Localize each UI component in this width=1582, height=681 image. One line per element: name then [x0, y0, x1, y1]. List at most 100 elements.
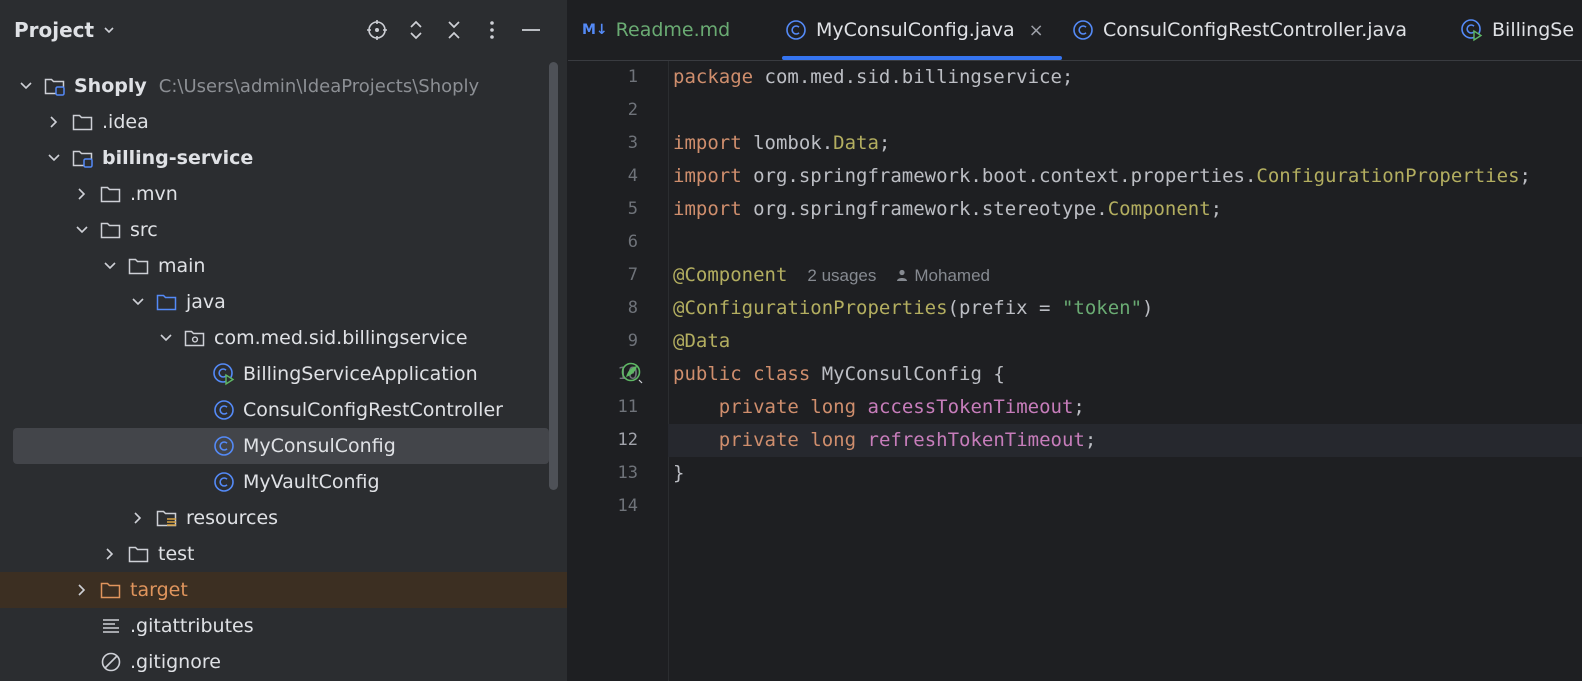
tab-billing-service-application[interactable]: BillingSe: [1460, 0, 1574, 60]
tree-node-gitignore[interactable]: .gitignore: [0, 644, 567, 680]
tree-node-label: .idea: [102, 111, 149, 133]
code-line-3: import lombok.Data;: [673, 127, 1582, 160]
project-view-selector[interactable]: Project: [14, 16, 116, 44]
tree-node-my-vault-config[interactable]: MyVaultConfig: [0, 464, 567, 500]
chevron-down-icon[interactable]: [43, 147, 65, 169]
tab-my-consul-config[interactable]: MyConsulConfig.java ×: [782, 0, 1062, 60]
line-number: 4: [627, 166, 638, 186]
chevron-down-icon[interactable]: [99, 255, 121, 277]
more-options-icon[interactable]: [479, 17, 505, 43]
tab-consul-config-rest-controller[interactable]: ConsulConfigRestController.java: [1071, 0, 1407, 60]
code-editor[interactable]: package com.med.sid.billingservice; impo…: [668, 61, 1582, 681]
annotation: @ConfigurationProperties: [673, 297, 948, 319]
chevron-right-icon[interactable]: [71, 183, 93, 205]
folder-icon: [127, 542, 151, 566]
keyword: public: [673, 363, 742, 385]
tree-node-label: main: [158, 255, 206, 277]
line-number: 13: [617, 463, 638, 483]
code-line-7: @Component 2 usages Mohamed: [673, 259, 1582, 292]
annotation: @Component: [673, 264, 788, 286]
tree-node-my-consul-config[interactable]: MyConsulConfig: [0, 428, 567, 464]
chevron-down-icon[interactable]: [127, 291, 149, 313]
ignore-file-icon: [99, 650, 123, 674]
tree-node-gitattributes[interactable]: .gitattributes: [0, 608, 567, 644]
tree-node-test[interactable]: test: [0, 536, 567, 572]
tree-node-resources[interactable]: resources: [0, 500, 567, 536]
field-name: accessTokenTimeout: [867, 396, 1074, 418]
tree-node-main[interactable]: main: [0, 248, 567, 284]
chevron-right-icon[interactable]: [71, 579, 93, 601]
editor-area: M↓ Readme.md MyConsulConfig.java × Consu…: [568, 0, 1582, 681]
close-icon[interactable]: ×: [1029, 20, 1044, 41]
locate-icon[interactable]: [364, 17, 390, 43]
usages-inlay-hint[interactable]: 2 usages: [807, 266, 876, 285]
code-line-11: private long accessTokenTimeout;: [673, 391, 1582, 424]
gutter-separator: [668, 61, 669, 681]
tree-node-package[interactable]: com.med.sid.billingservice: [0, 320, 567, 356]
code-text: }: [673, 462, 685, 484]
chevron-down-icon[interactable]: [71, 219, 93, 241]
tree-node-label: .gitignore: [130, 651, 221, 673]
tree-node-label: java: [186, 291, 226, 313]
spring-bean-gutter-icon[interactable]: [620, 361, 644, 385]
code-line-9: @Data: [673, 325, 1582, 358]
code-line-5: import org.springframework.stereotype.Co…: [673, 193, 1582, 226]
chevron-down-icon[interactable]: [155, 327, 177, 349]
annotation: @Data: [673, 330, 731, 352]
keyword: long: [810, 396, 857, 418]
class-icon: [212, 470, 236, 494]
tab-label: ConsulConfigRestController.java: [1103, 19, 1408, 41]
class-icon: [212, 434, 236, 458]
excluded-folder-icon: [99, 578, 123, 602]
code-text: lombok.: [741, 132, 834, 154]
chevron-right-icon[interactable]: [127, 507, 149, 529]
tree-node-src[interactable]: src: [0, 212, 567, 248]
tree-node-billing-service[interactable]: billing-service: [0, 140, 567, 176]
code-line-1: package com.med.sid.billingservice;: [673, 61, 1582, 94]
chevron-right-icon[interactable]: [99, 543, 121, 565]
collapse-all-icon[interactable]: [441, 17, 467, 43]
tree-node-label: target: [130, 579, 188, 601]
tree-node-mvn[interactable]: .mvn: [0, 176, 567, 212]
class-ref: Data: [833, 132, 879, 154]
source-folder-icon: [155, 290, 179, 314]
chevron-down-icon[interactable]: [15, 75, 37, 97]
author-inlay-hint[interactable]: Mohamed: [896, 266, 990, 285]
tree-node-billing-service-application[interactable]: BillingServiceApplication: [0, 356, 567, 392]
hide-panel-icon[interactable]: [518, 17, 544, 43]
tab-label: MyConsulConfig.java: [816, 19, 1015, 41]
line-number: 14: [617, 496, 638, 516]
author-name: Mohamed: [914, 266, 990, 285]
keyword: long: [810, 429, 857, 451]
tree-node-target[interactable]: target: [0, 572, 567, 608]
chevron-down-icon: [104, 27, 114, 34]
tree-node-idea[interactable]: .idea: [0, 104, 567, 140]
string-literal: "token": [1061, 297, 1143, 319]
chevron-right-icon[interactable]: [43, 111, 65, 133]
code-text: ;: [1210, 198, 1223, 220]
tab-readme[interactable]: M↓ Readme.md: [582, 0, 730, 60]
expand-all-icon[interactable]: [403, 17, 429, 43]
code-text: ;: [1519, 165, 1531, 187]
class-icon: [212, 398, 236, 422]
text-file-icon: [99, 614, 123, 638]
module-folder-icon: [43, 74, 67, 98]
tree-node-shoply[interactable]: Shoply C:\Users\admin\IdeaProjects\Shopl…: [0, 68, 567, 104]
class-icon: [784, 18, 808, 42]
code-line-13: }: [673, 457, 1582, 490]
class-ref: Component: [1107, 198, 1211, 220]
tree-node-consul-config-rest-controller[interactable]: ConsulConfigRestController: [0, 392, 567, 428]
code-text: MyConsulConfig {: [810, 363, 1005, 385]
line-number-gutter[interactable]: 1 2 3 4 5 6 7 8 9 10 11 12 13 14: [568, 61, 668, 681]
line-number: 6: [627, 232, 638, 252]
folder-icon: [99, 218, 123, 242]
tree-node-label: com.med.sid.billingservice: [214, 327, 468, 349]
line-number: 11: [617, 397, 638, 417]
tree-node-java[interactable]: java: [0, 284, 567, 320]
tree-node-label: ConsulConfigRestController: [243, 399, 503, 421]
project-scrollbar[interactable]: [549, 62, 558, 490]
